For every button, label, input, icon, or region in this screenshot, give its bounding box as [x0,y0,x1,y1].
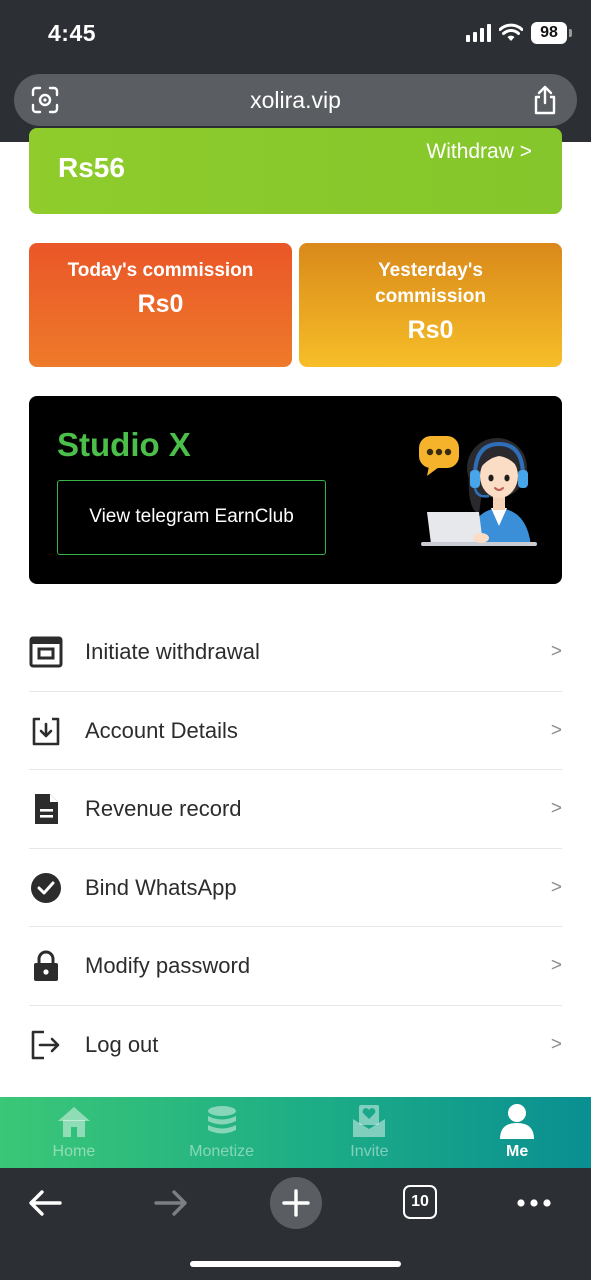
menu-item-log-out[interactable]: Log out > [29,1006,562,1085]
home-icon [57,1107,90,1137]
menu-item-initiate-withdrawal[interactable]: Initiate withdrawal > [29,613,562,692]
yesterday-commission-label: Yesterday's commission [375,260,486,307]
share-icon[interactable] [531,84,559,116]
document-icon [35,794,58,824]
wallet-icon [29,636,63,668]
chevron-right-icon: > [550,641,562,662]
chevron-right-icon: > [550,1033,562,1055]
account-menu: Initiate withdrawal > Account Details > … [29,613,562,1084]
nav-me[interactable]: Me [443,1097,591,1168]
menu-item-modify-password[interactable]: Modify password > [29,927,562,1006]
nav-label: Monetize [189,1143,255,1160]
nav-monetize[interactable]: Monetize [148,1097,296,1168]
withdraw-link[interactable]: Withdraw > [426,140,532,164]
download-box-icon [32,717,60,745]
logout-icon [31,1030,60,1059]
today-commission-card: Today's commission Rs0 [29,243,292,367]
yesterday-commission-value: Rs0 [407,316,454,344]
menu-label: Bind WhatsApp [85,874,237,900]
back-arrow-icon[interactable] [26,1176,66,1230]
balance-card: Rs56 Withdraw > [29,128,562,214]
menu-item-bind-whatsapp[interactable]: Bind WhatsApp > [29,849,562,927]
nav-label: Home [52,1143,96,1160]
menu-label: Revenue record [85,796,242,821]
menu-label: Modify password [85,953,251,978]
browser-toolbar: 10 [0,1168,591,1280]
bottom-navigation: Home Monetize Invite Me [0,1097,591,1168]
nav-invite[interactable]: Invite [296,1097,444,1168]
chevron-right-icon: > [550,719,562,741]
studio-banner: Studio X View telegram EarnClub [29,396,562,584]
chevron-right-icon: > [550,876,562,898]
telegram-club-button[interactable]: View telegram EarnClub [57,480,326,555]
today-commission-value: Rs0 [137,290,184,318]
home-indicator [190,1261,401,1267]
menu-label: Initiate withdrawal [85,639,260,664]
nav-label: Invite [350,1143,389,1160]
url-text[interactable]: xolira.vip [14,87,577,114]
url-bar[interactable]: xolira.vip [14,74,577,126]
studio-title: Studio X [57,426,191,463]
support-agent-illustration [419,436,537,546]
today-commission-label: Today's commission [67,260,254,281]
menu-label: Log out [85,1031,159,1057]
chevron-right-icon: > [550,955,562,976]
yesterday-commission-card: Yesterday's commission Rs0 [299,243,562,367]
nav-label: Me [506,1143,529,1160]
wifi-icon [499,23,523,41]
status-time: 4:45 [48,20,97,46]
forward-arrow-icon[interactable] [150,1176,190,1230]
menu-label: Account Details [85,717,238,743]
menu-item-revenue-record[interactable]: Revenue record > [29,770,562,849]
chevron-right-icon: > [550,798,562,819]
status-bar: 4:45 98 [0,0,591,70]
invite-envelope-icon [353,1105,386,1137]
lock-icon [34,950,58,981]
menu-item-account-details[interactable]: Account Details > [29,692,562,770]
check-circle-icon [31,872,61,903]
user-icon [500,1104,535,1139]
cellular-signal-icon [466,24,491,42]
balance-amount: Rs56 [58,152,125,183]
screen: 4:45 98 xolira.vip Rs56 Withdraw > Today… [0,0,591,1280]
more-options-icon[interactable] [514,1176,554,1230]
status-icons: 98 [466,22,572,44]
new-tab-plus-icon[interactable] [269,1176,323,1230]
tabs-count-button[interactable]: 10 [403,1185,437,1219]
nav-home[interactable]: Home [0,1097,148,1168]
battery-indicator: 98 [531,22,572,44]
coins-stack-icon [207,1106,236,1134]
